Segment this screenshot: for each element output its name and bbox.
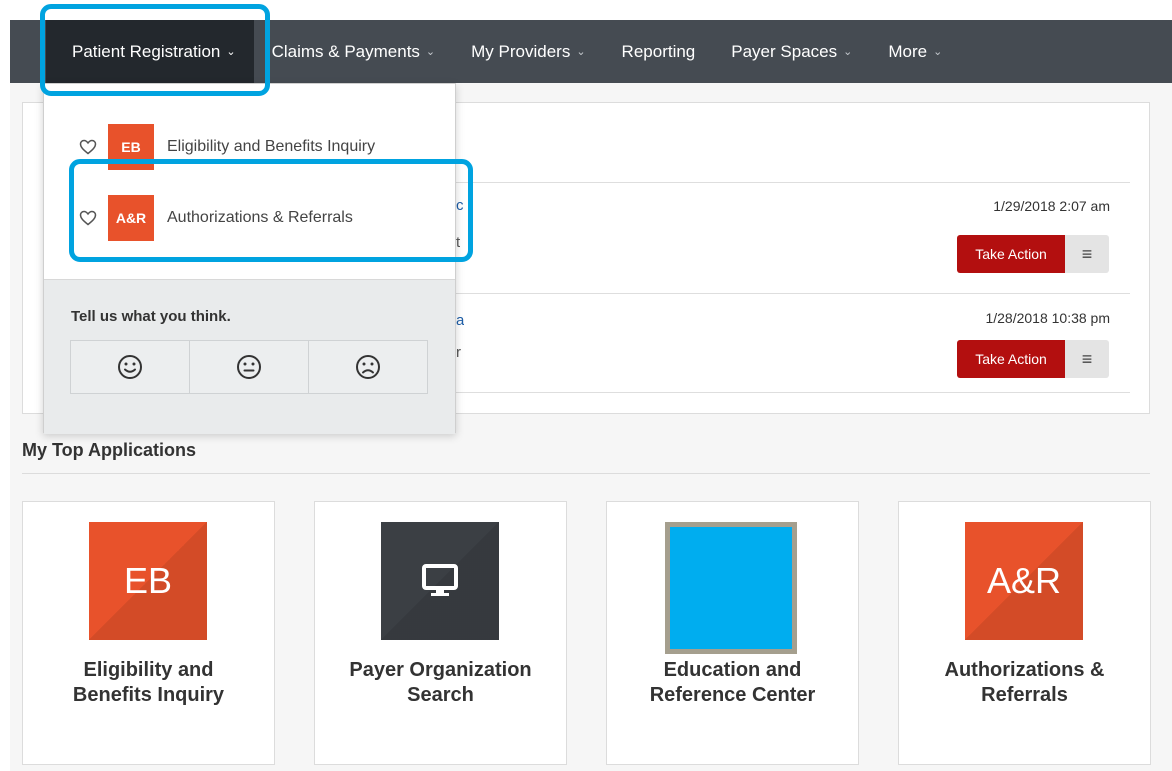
chevron-down-icon: ⌄	[843, 46, 853, 58]
chevron-down-icon: ⌄	[933, 46, 943, 58]
neutral-face-icon[interactable]	[190, 341, 309, 393]
chevron-down-icon: ⌄	[576, 46, 586, 58]
feedback-buttons	[70, 340, 428, 394]
divider	[456, 293, 1130, 294]
chevron-down-icon: ⌄	[425, 46, 436, 58]
app-card-eligibility[interactable]: EB Eligibility and Benefits Inquiry	[22, 501, 275, 765]
dropdown-item-label: Eligibility and Benefits Inquiry	[167, 138, 376, 155]
education-tile-icon	[665, 522, 797, 654]
nav-reporting[interactable]: Reporting	[604, 20, 714, 83]
frown-face-icon[interactable]	[309, 341, 427, 393]
eb-badge-icon: EB	[108, 124, 154, 170]
divider	[456, 392, 1130, 393]
nav-patient-registration[interactable]: Patient Registration ⌄	[46, 20, 254, 83]
nav-label: More	[888, 41, 928, 61]
nav-label: Patient Registration	[72, 41, 221, 61]
notification-text: t	[456, 234, 461, 251]
dropdown-item-authorizations[interactable]: A&R Authorizations & Referrals	[44, 193, 455, 243]
feedback-section: Tell us what you think.	[44, 279, 455, 434]
top-applications-heading: My Top Applications	[22, 440, 196, 460]
patient-registration-dropdown: EB Eligibility and Benefits Inquiry A&R …	[43, 83, 456, 434]
tile-text: A&R	[986, 560, 1062, 601]
eb-tile-icon: EB	[89, 522, 207, 640]
chevron-down-icon: ⌄	[226, 46, 236, 58]
nav-label: Claims & Payments	[271, 41, 420, 61]
nav-label: Payer Spaces	[731, 41, 838, 61]
dropdown-item-label: Authorizations & Referrals	[167, 209, 353, 226]
nav-more[interactable]: More ⌄	[870, 20, 960, 83]
ar-badge-icon: A&R	[108, 195, 154, 241]
monitor-icon	[381, 522, 499, 640]
divider	[456, 182, 1130, 183]
app-name: Eligibility and Benefits Inquiry	[72, 659, 225, 706]
take-action-button[interactable]: Take Action	[957, 235, 1065, 273]
nav-my-providers[interactable]: My Providers ⌄	[453, 20, 603, 83]
monitor-glyph-icon	[422, 564, 458, 596]
heart-outline-icon[interactable]	[78, 208, 98, 228]
app-name: Authorizations & Referrals	[944, 659, 1105, 706]
top-navigation-bar: Patient Registration ⌄ Claims & Payments…	[10, 20, 1172, 83]
nav-label: My Providers	[471, 41, 571, 61]
nav-payer-spaces[interactable]: Payer Spaces ⌄	[713, 20, 870, 83]
hamburger-menu-icon[interactable]: ≡	[1065, 235, 1109, 273]
tile-text: EB	[123, 560, 173, 601]
feedback-title: Tell us what you think.	[71, 308, 231, 325]
dropdown-item-eligibility[interactable]: EB Eligibility and Benefits Inquiry	[44, 122, 455, 172]
app-name: Education and Reference Center	[649, 659, 816, 706]
hamburger-menu-icon[interactable]: ≡	[1065, 340, 1109, 378]
notification-timestamp: 1/29/2018 2:07 am	[993, 198, 1110, 214]
take-action-button[interactable]: Take Action	[957, 340, 1065, 378]
notification-timestamp: 1/28/2018 10:38 pm	[985, 310, 1110, 326]
smile-face-icon[interactable]	[71, 341, 190, 393]
app-name: Payer Organization Search	[349, 659, 532, 706]
app-card-education[interactable]: Education and Reference Center	[606, 501, 859, 765]
app-card-authorizations[interactable]: A&R Authorizations & Referrals	[898, 501, 1151, 765]
app-card-payer-search[interactable]: Payer Organization Search	[314, 501, 567, 765]
notification-link[interactable]: a	[456, 312, 464, 329]
ar-tile-icon: A&R	[965, 522, 1083, 640]
nav-label: Reporting	[621, 41, 696, 61]
notification-link[interactable]: c	[456, 197, 464, 214]
divider	[22, 473, 1150, 474]
notification-text: r	[456, 344, 461, 361]
nav-claims-payments[interactable]: Claims & Payments ⌄	[254, 20, 454, 83]
heart-outline-icon[interactable]	[78, 137, 98, 157]
